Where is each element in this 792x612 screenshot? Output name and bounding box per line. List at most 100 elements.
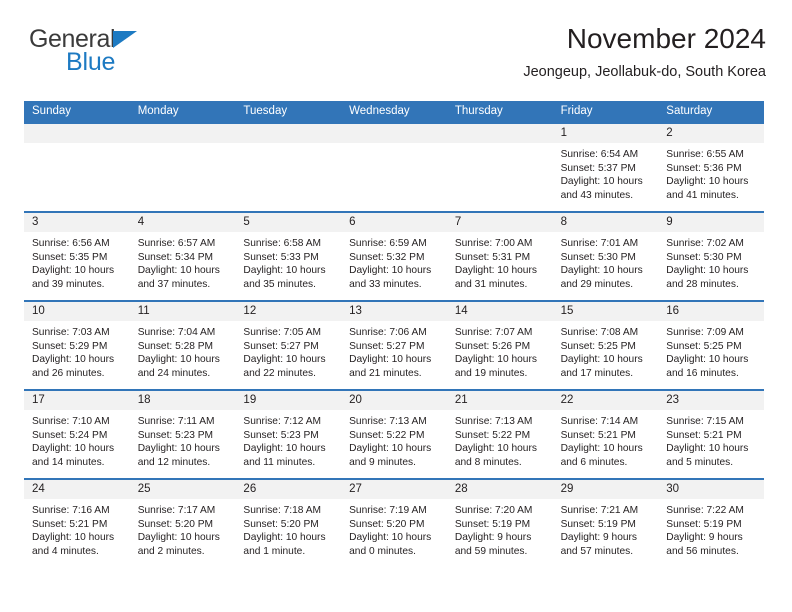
calendar-day-cell[interactable]: 30 Sunrise: 7:22 AM Sunset: 5:19 PM Dayligh… xyxy=(658,480,764,568)
calendar-day-cell[interactable]: 7 Sunrise: 7:00 AM Sunset: 5:31 PM Daylight… xyxy=(446,213,553,300)
sunrise-time: Sunrise: 7:01 AM xyxy=(560,238,639,249)
calendar-day-cell[interactable]: 16 Sunrise: 7:09 AM Sunset: 5:25 PM Dayligh… xyxy=(658,302,764,389)
weekday-header-thursday: Thursday xyxy=(454,105,503,117)
calendar-day-cell[interactable]: 18 Sunrise: 7:11 AM Sunset: 5:23 PM Dayligh… xyxy=(129,391,236,478)
daylight-duration: Daylight: 10 hours and 17 minutes. xyxy=(560,354,643,379)
calendar-day-cell[interactable]: 22 Sunrise: 7:14 AM Sunset: 5:21 PM Dayligh… xyxy=(552,391,659,478)
daylight-duration: Daylight: 10 hours and 39 minutes. xyxy=(32,265,115,290)
day-details: Sunrise: 7:21 AM Sunset: 5:19 PM Daylight:… xyxy=(553,499,659,558)
daylight-duration: Daylight: 10 hours and 43 minutes. xyxy=(560,176,643,201)
calendar-day-cell[interactable]: 20 Sunrise: 7:13 AM Sunset: 5:22 PM Dayligh… xyxy=(341,391,447,478)
daylight-duration: Daylight: 10 hours and 41 minutes. xyxy=(666,176,749,201)
calendar-day-cell[interactable]: 23 Sunrise: 7:15 AM Sunset: 5:21 PM Dayligh… xyxy=(658,391,764,478)
calendar-day-cell[interactable]: 10 Sunrise: 7:03 AM Sunset: 5:29 PM Dayligh… xyxy=(24,302,130,389)
weekday-header-row: Sunday Monday Tuesday Wednesday Thursday Frid… xyxy=(24,101,764,122)
calendar-day-cell-empty xyxy=(129,124,236,211)
calendar-day-cell[interactable]: 5 Sunrise: 6:58 AM Sunset: 5:33 PM Daylight… xyxy=(235,213,342,300)
sunset-time: Sunset: 5:27 PM xyxy=(243,340,319,352)
day-number: 14 xyxy=(454,305,468,317)
sunset-time: Sunset: 5:19 PM xyxy=(560,518,636,530)
calendar-day-cell[interactable]: 19 Sunrise: 7:12 AM Sunset: 5:23 PM Dayligh… xyxy=(235,391,342,478)
day-number-strip: 4 xyxy=(129,213,236,232)
sunset-time: Sunset: 5:33 PM xyxy=(243,251,319,263)
calendar-day-cell[interactable]: 11 Sunrise: 7:04 AM Sunset: 5:28 PM Dayligh… xyxy=(129,302,236,389)
day-number: 11 xyxy=(137,305,150,317)
calendar-week-row: 24 Sunrise: 7:16 AM Sunset: 5:21 PM Dayligh… xyxy=(24,478,764,568)
day-details: Sunrise: 7:13 AM Sunset: 5:22 PM Daylight:… xyxy=(341,410,447,469)
day-number: 9 xyxy=(666,216,673,228)
calendar-day-cell[interactable]: 8 Sunrise: 7:01 AM Sunset: 5:30 PM Daylight… xyxy=(552,213,659,300)
sunrise-time: Sunrise: 7:11 AM xyxy=(137,416,215,427)
calendar-day-cell[interactable]: 1 Sunrise: 6:54 AM Sunset: 5:37 PM Daylight… xyxy=(552,124,659,211)
daylight-duration: Daylight: 10 hours and 31 minutes. xyxy=(454,265,537,290)
day-details: Sunrise: 7:12 AM Sunset: 5:23 PM Daylight:… xyxy=(235,410,341,469)
calendar-day-cell[interactable]: 2 Sunrise: 6:55 AM Sunset: 5:36 PM Daylight… xyxy=(658,124,764,211)
sunrise-time: Sunrise: 7:10 AM xyxy=(32,416,110,427)
day-number-strip xyxy=(129,124,236,143)
daylight-duration: Daylight: 9 hours and 59 minutes. xyxy=(454,532,532,557)
day-number-strip: 30 xyxy=(658,480,764,499)
day-details: Sunrise: 6:59 AM Sunset: 5:32 PM Daylight:… xyxy=(341,232,447,291)
sunrise-time: Sunrise: 7:16 AM xyxy=(32,505,110,516)
daylight-duration: Daylight: 10 hours and 0 minutes. xyxy=(349,532,432,557)
daylight-duration: Daylight: 10 hours and 5 minutes. xyxy=(666,443,749,468)
calendar-day-cell[interactable]: 14 Sunrise: 7:07 AM Sunset: 5:26 PM Dayligh… xyxy=(446,302,553,389)
sunset-time: Sunset: 5:28 PM xyxy=(137,340,214,352)
day-details: Sunrise: 6:55 AM Sunset: 5:36 PM Daylight:… xyxy=(658,143,764,202)
day-number-strip: 1 xyxy=(552,124,659,143)
day-details: Sunrise: 7:22 AM Sunset: 5:19 PM Daylight:… xyxy=(658,499,764,558)
daylight-duration: Daylight: 10 hours and 11 minutes. xyxy=(243,443,326,468)
calendar-day-cell[interactable]: 4 Sunrise: 6:57 AM Sunset: 5:34 PM Daylight… xyxy=(129,213,236,300)
daylight-duration: Daylight: 10 hours and 8 minutes. xyxy=(454,443,537,468)
sunrise-time: Sunrise: 6:59 AM xyxy=(349,238,427,249)
daylight-duration: Daylight: 10 hours and 37 minutes. xyxy=(137,265,220,290)
calendar-day-cell[interactable]: 26 Sunrise: 7:18 AM Sunset: 5:20 PM Dayligh… xyxy=(235,480,342,568)
day-number-strip: 9 xyxy=(658,213,764,232)
sunrise-time: Sunrise: 7:19 AM xyxy=(349,505,427,516)
sunrise-time: Sunrise: 7:07 AM xyxy=(454,327,533,338)
day-details: Sunrise: 7:19 AM Sunset: 5:20 PM Daylight:… xyxy=(341,499,447,558)
sunrise-time: Sunrise: 7:08 AM xyxy=(560,327,639,338)
day-details: Sunrise: 7:05 AM Sunset: 5:27 PM Daylight:… xyxy=(235,321,341,380)
calendar-day-cell[interactable]: 29 Sunrise: 7:21 AM Sunset: 5:19 PM Dayligh… xyxy=(552,480,659,568)
calendar-day-cell[interactable]: 6 Sunrise: 6:59 AM Sunset: 5:32 PM Daylight… xyxy=(341,213,447,300)
sunset-time: Sunset: 5:21 PM xyxy=(666,429,742,441)
sunset-time: Sunset: 5:27 PM xyxy=(349,340,425,352)
sunset-time: Sunset: 5:36 PM xyxy=(666,162,742,174)
sunrise-time: Sunrise: 7:13 AM xyxy=(454,416,533,427)
day-number: 18 xyxy=(137,394,151,406)
calendar-day-cell[interactable]: 24 Sunrise: 7:16 AM Sunset: 5:21 PM Dayligh… xyxy=(24,480,130,568)
daylight-duration: Daylight: 10 hours and 4 minutes. xyxy=(32,532,115,557)
sunrise-time: Sunrise: 6:58 AM xyxy=(243,238,322,249)
sunrise-time: Sunrise: 7:04 AM xyxy=(137,327,216,338)
day-number: 4 xyxy=(137,216,145,228)
calendar-day-cell[interactable]: 21 Sunrise: 7:13 AM Sunset: 5:22 PM Dayligh… xyxy=(446,391,553,478)
daylight-duration: Daylight: 10 hours and 22 minutes. xyxy=(243,354,326,379)
calendar-day-cell[interactable]: 25 Sunrise: 7:17 AM Sunset: 5:20 PM Dayligh… xyxy=(129,480,236,568)
day-details: Sunrise: 7:13 AM Sunset: 5:22 PM Daylight:… xyxy=(447,410,553,469)
daylight-duration: Daylight: 10 hours and 12 minutes. xyxy=(137,443,220,468)
day-number: 6 xyxy=(349,216,356,228)
daylight-duration: Daylight: 10 hours and 24 minutes. xyxy=(137,354,220,379)
day-number: 8 xyxy=(560,216,567,228)
sunrise-time: Sunrise: 7:06 AM xyxy=(349,327,427,338)
sunset-time: Sunset: 5:21 PM xyxy=(32,518,108,530)
day-number: 12 xyxy=(243,305,257,317)
day-number-strip: 5 xyxy=(235,213,342,232)
calendar-day-cell[interactable]: 27 Sunrise: 7:19 AM Sunset: 5:20 PM Dayligh… xyxy=(341,480,447,568)
day-details: Sunrise: 7:02 AM Sunset: 5:30 PM Daylight:… xyxy=(658,232,764,291)
calendar-day-cell[interactable]: 15 Sunrise: 7:08 AM Sunset: 5:25 PM Dayligh… xyxy=(552,302,659,389)
daylight-duration: Daylight: 10 hours and 35 minutes. xyxy=(243,265,326,290)
calendar-day-cell[interactable]: 3 Sunrise: 6:56 AM Sunset: 5:35 PM Daylight… xyxy=(24,213,130,300)
calendar-day-cell[interactable]: 9 Sunrise: 7:02 AM Sunset: 5:30 PM Daylight… xyxy=(658,213,764,300)
calendar-day-cell[interactable]: 28 Sunrise: 7:20 AM Sunset: 5:19 PM Dayligh… xyxy=(446,480,553,568)
calendar-day-cell[interactable]: 12 Sunrise: 7:05 AM Sunset: 5:27 PM Dayligh… xyxy=(235,302,342,389)
day-number-strip xyxy=(235,124,342,143)
sunrise-time: Sunrise: 7:00 AM xyxy=(454,238,533,249)
calendar-day-cell[interactable]: 13 Sunrise: 7:06 AM Sunset: 5:27 PM Dayligh… xyxy=(341,302,447,389)
day-number: 16 xyxy=(666,305,680,317)
calendar-day-cell[interactable]: 17 Sunrise: 7:10 AM Sunset: 5:24 PM Dayligh… xyxy=(24,391,130,478)
sunset-time: Sunset: 5:20 PM xyxy=(137,518,214,530)
day-number-strip: 27 xyxy=(341,480,447,499)
day-number: 19 xyxy=(243,394,257,406)
